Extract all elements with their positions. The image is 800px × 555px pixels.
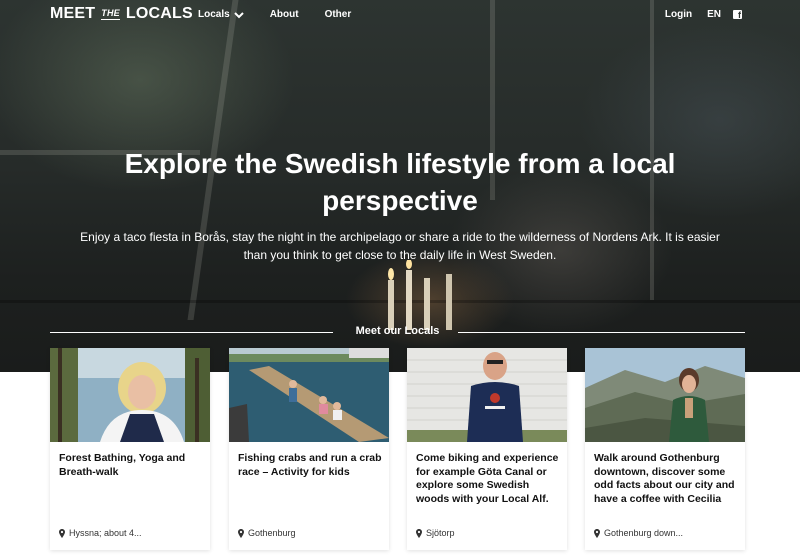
card-location: Gothenburg down... <box>594 528 683 538</box>
local-card-fishing-crabs[interactable]: Fishing crabs and run a crab race – Acti… <box>229 348 389 550</box>
nav-item-other[interactable]: Other <box>325 9 352 20</box>
hero-banner: MEET THE LOCALS Locals About Other Login… <box>0 0 800 372</box>
card-location-text: Hyssna; about 4... <box>69 528 142 538</box>
section-title-wrap: Meet our Locals <box>50 325 745 337</box>
section-title: Meet our Locals <box>355 325 440 337</box>
logo-text-locals: LOCALS <box>125 5 193 22</box>
nav-item-label: Other <box>324 9 352 20</box>
local-card-biking[interactable]: Come biking and experience for example G… <box>407 348 567 550</box>
hero-subtitle: Enjoy a taco fiesta in Borås, stay the n… <box>80 230 720 262</box>
language-selector[interactable]: EN <box>707 9 721 20</box>
card-location-text: Sjötorp <box>426 528 455 538</box>
top-navbar: MEET THE LOCALS Locals About Other Login… <box>0 0 800 30</box>
facebook-icon[interactable] <box>733 10 742 20</box>
logo-text-meet: MEET <box>50 5 96 22</box>
nav-item-about[interactable]: About <box>270 9 299 20</box>
local-card-forest-bathing[interactable]: Forest Bathing, Yoga and Breath-walk Hys… <box>50 348 210 550</box>
chevron-down-icon <box>233 11 244 18</box>
card-photo <box>229 348 389 442</box>
login-link[interactable]: Login <box>665 9 692 20</box>
hero-title: Explore the Swedish lifestyle from a loc… <box>124 148 676 216</box>
logo-text-the: THE <box>101 8 120 20</box>
site-logo[interactable]: MEET THE LOCALS <box>50 4 193 24</box>
nav-right-group: Login EN <box>665 9 742 20</box>
location-pin-icon <box>416 528 422 538</box>
card-title: Forest Bathing, Yoga and Breath-walk <box>59 452 186 478</box>
woman-by-lake-photo <box>50 348 210 442</box>
card-photo <box>585 348 745 442</box>
card-location-text: Gothenburg <box>248 528 296 538</box>
nav-item-label: Locals <box>198 9 230 20</box>
card-title: Fishing crabs and run a crab race – Acti… <box>238 452 382 478</box>
card-location: Hyssna; about 4... <box>59 528 142 538</box>
card-title: Come biking and experience for example G… <box>416 452 559 505</box>
jetty-photo <box>229 348 389 442</box>
card-photo <box>50 348 210 442</box>
woman-on-cliff-photo <box>585 348 745 442</box>
location-pin-icon <box>594 528 600 538</box>
card-location: Gothenburg <box>238 528 296 538</box>
candles-illustration <box>388 260 452 330</box>
local-card-gothenburg-walk[interactable]: Walk around Gothenburg downtown, discove… <box>585 348 745 550</box>
card-photo <box>407 348 567 442</box>
section-header: Meet our Locals <box>50 324 745 340</box>
nav-item-locals[interactable]: Locals <box>198 9 244 20</box>
card-location: Sjötorp <box>416 528 455 538</box>
main-nav: Locals About Other <box>198 9 377 20</box>
man-at-wall-photo <box>407 348 567 442</box>
card-location-text: Gothenburg down... <box>604 528 684 538</box>
location-pin-icon <box>238 528 244 538</box>
card-title: Walk around Gothenburg downtown, discove… <box>594 452 735 505</box>
location-pin-icon <box>59 528 65 538</box>
nav-item-label: About <box>269 9 299 20</box>
